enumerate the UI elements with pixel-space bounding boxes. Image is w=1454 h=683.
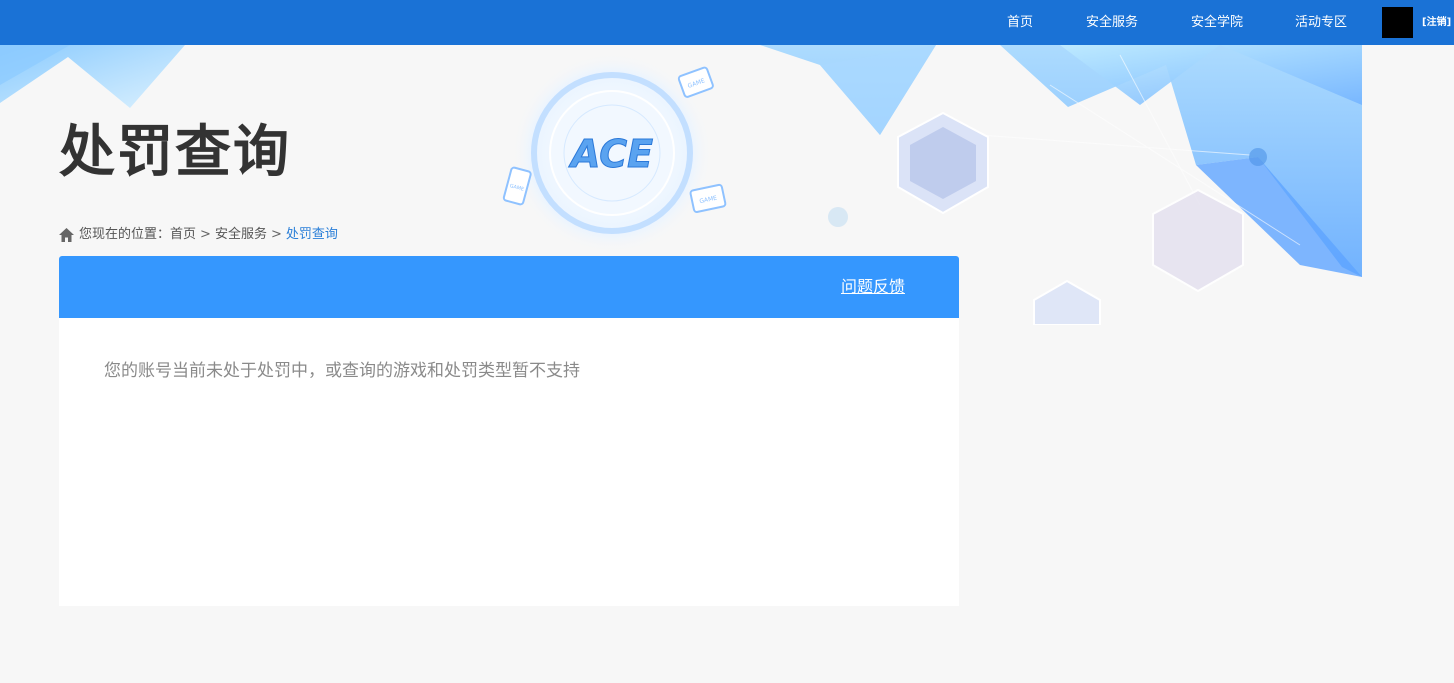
breadcrumb-item-current: 处罚查询 [285, 227, 338, 242]
page-title: 处罚查询 [59, 120, 291, 185]
nav-item-security-service[interactable]: 安全服务 [1086, 0, 1138, 45]
result-message: 您的账号当前未处于处罚中，或查询的游戏和处罚类型暂不支持 [104, 361, 580, 381]
nav-item-security-academy[interactable]: 安全学院 [1191, 0, 1243, 45]
nav-item-activity-zone[interactable]: 活动专区 [1295, 0, 1347, 45]
breadcrumb-separator: > [270, 227, 282, 242]
breadcrumb-prefix: 您现在的位置： [79, 227, 171, 242]
breadcrumb-separator: > [200, 227, 211, 242]
breadcrumb-item-security-service[interactable]: 安全服务 [215, 226, 267, 244]
feedback-link[interactable]: 问题反馈 [841, 256, 905, 318]
panel-header: 问题反馈 [59, 256, 959, 318]
breadcrumb: 您现在的位置：首页 > 安全服务 > 处罚查询 [59, 226, 338, 244]
nav-item-home[interactable]: 首页 [1007, 0, 1033, 45]
home-icon [59, 228, 74, 242]
user-avatar[interactable] [1382, 7, 1413, 38]
breadcrumb-item-home[interactable]: 首页 [170, 226, 196, 244]
result-panel: 问题反馈 您的账号当前未处于处罚中，或查询的游戏和处罚类型暂不支持 [59, 256, 959, 606]
top-nav-bar: 首页 安全服务 安全学院 活动专区 [注销] [0, 0, 1454, 45]
logout-link[interactable]: [注销] [1422, 0, 1451, 45]
ace-logo-text: ACE [568, 132, 653, 176]
